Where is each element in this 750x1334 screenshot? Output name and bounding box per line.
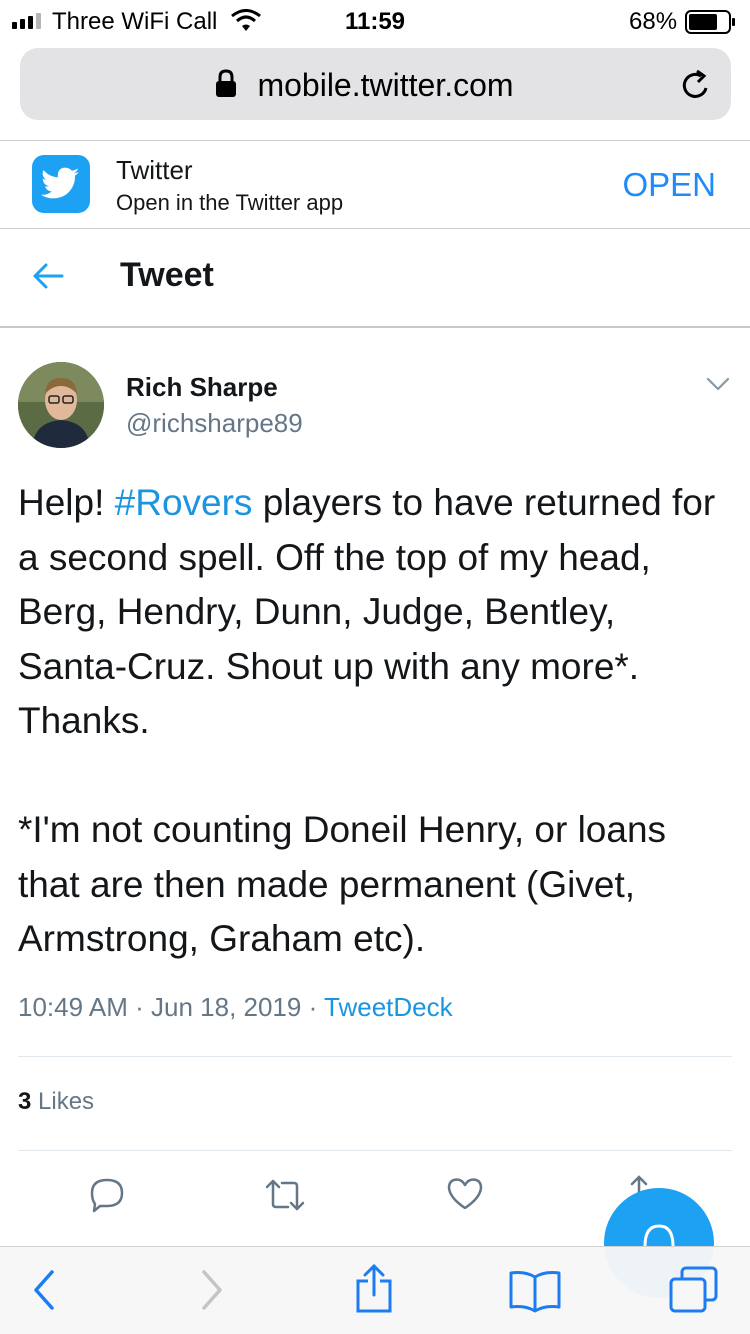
- tweet-date[interactable]: Jun 18, 2019: [151, 992, 301, 1022]
- divider: [0, 228, 750, 229]
- tweet-meta: 10:49 AM · Jun 18, 2019 · TweetDeck: [18, 992, 453, 1023]
- twitter-app-icon: [32, 155, 90, 213]
- chevron-down-icon[interactable]: [706, 376, 730, 392]
- open-app-button[interactable]: OPEN: [622, 166, 716, 204]
- address-bar[interactable]: mobile.twitter.com: [20, 48, 731, 120]
- back-chevron-icon[interactable]: [32, 1269, 56, 1311]
- browser-toolbar: [0, 1246, 750, 1334]
- likes-number: 3: [18, 1088, 32, 1115]
- share-sheet-icon[interactable]: [354, 1263, 394, 1315]
- author-name[interactable]: Rich Sharpe: [126, 372, 278, 403]
- divider: [18, 1150, 732, 1151]
- status-bar: Three WiFi Call 11:59 68%: [0, 0, 750, 40]
- tweet-source-link[interactable]: TweetDeck: [324, 992, 453, 1022]
- hashtag-link[interactable]: #Rovers: [115, 482, 253, 523]
- app-subtitle: Open in the Twitter app: [116, 190, 344, 215]
- tweet-text-body: players to have returned for a second sp…: [18, 482, 716, 959]
- meta-separator: ·: [308, 992, 318, 1022]
- battery-percentage: 68%: [629, 8, 678, 35]
- compose-icon: [643, 1224, 675, 1247]
- divider: [18, 1056, 732, 1057]
- battery-icon: [685, 10, 735, 34]
- avatar[interactable]: [18, 362, 104, 448]
- divider: [0, 140, 750, 141]
- forward-chevron-icon[interactable]: [200, 1269, 224, 1311]
- tweet-text-prefix: Help!: [18, 482, 115, 523]
- profile-photo: [18, 362, 104, 448]
- author-handle[interactable]: @richsharpe89: [126, 408, 303, 439]
- like-heart-icon[interactable]: [446, 1176, 484, 1212]
- meta-separator: ·: [135, 992, 144, 1022]
- twitter-bird-icon: [41, 167, 79, 199]
- divider: [0, 326, 750, 328]
- page-title: Tweet: [120, 256, 214, 294]
- tweet-text: Help! #Rovers players to have returned f…: [18, 476, 734, 967]
- reply-icon[interactable]: [88, 1176, 126, 1214]
- tabs-icon[interactable]: [668, 1265, 720, 1315]
- likes-count[interactable]: 3 Likes: [18, 1088, 94, 1116]
- back-arrow-icon[interactable]: [30, 258, 66, 294]
- likes-label: Likes: [38, 1088, 95, 1115]
- app-name: Twitter: [116, 155, 193, 185]
- retweet-icon[interactable]: [264, 1176, 306, 1214]
- reload-icon[interactable]: [679, 68, 713, 102]
- tweet-time: 10:49 AM: [18, 992, 128, 1022]
- bookmarks-icon[interactable]: [508, 1269, 562, 1313]
- url-text: mobile.twitter.com: [257, 67, 514, 103]
